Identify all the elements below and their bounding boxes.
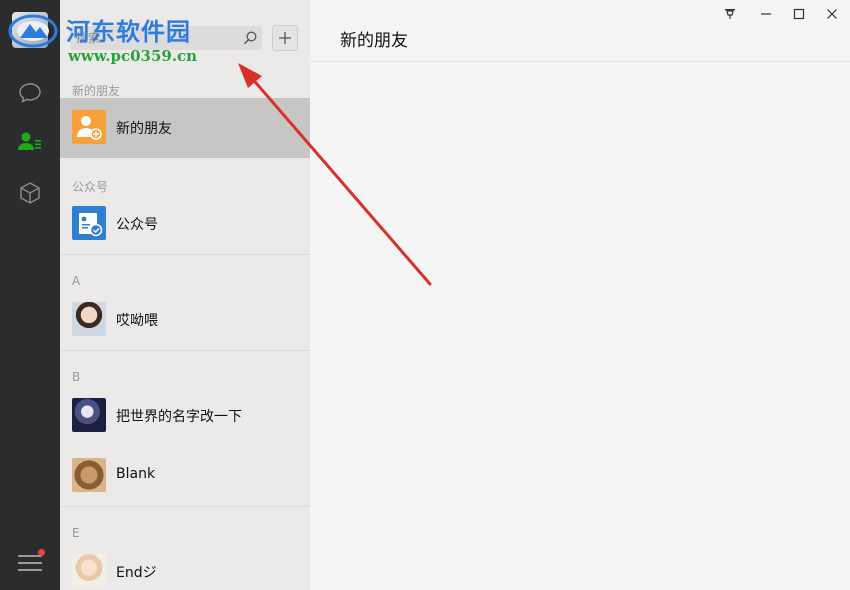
plus-icon xyxy=(279,32,291,44)
contact-avatar xyxy=(72,554,106,588)
divider xyxy=(60,254,310,255)
maximize-icon[interactable] xyxy=(791,6,807,22)
contact-name: Endジ xyxy=(116,565,157,581)
minimize-icon[interactable] xyxy=(758,6,774,22)
official-account-icon xyxy=(72,206,106,240)
pin-icon[interactable] xyxy=(722,6,738,22)
menu-icon[interactable] xyxy=(18,549,45,573)
list-item-contact[interactable]: 把世界的名字改一下 xyxy=(60,386,310,446)
contact-name: 哎呦喂 xyxy=(116,313,158,329)
chat-icon[interactable] xyxy=(15,78,45,108)
list-item-new-friends[interactable]: 新的朋友 xyxy=(60,98,310,158)
watermark-url: www.pc0359.cn xyxy=(68,47,198,65)
contact-list-panel: 新的朋友 新的朋友 公众号 公众号 A 哎呦喂 B 把世界的名字改一下 Blan… xyxy=(60,0,310,590)
search-icon[interactable] xyxy=(242,30,258,46)
section-label: E xyxy=(72,526,80,540)
contact-avatar xyxy=(72,302,106,336)
divider xyxy=(60,350,310,351)
notification-badge xyxy=(38,549,45,556)
contact-avatar xyxy=(72,458,106,492)
watermark-logo-icon xyxy=(8,14,58,48)
collection-box-icon[interactable] xyxy=(15,178,45,208)
list-item-contact[interactable]: 哎呦喂 xyxy=(60,290,310,350)
section-label: B xyxy=(72,370,81,384)
contact-name: 把世界的名字改一下 xyxy=(116,409,242,425)
new-friend-icon xyxy=(72,110,106,144)
list-item-contact[interactable]: Blank xyxy=(60,446,310,506)
page-title: 新的朋友 xyxy=(340,31,408,51)
content-pane: 新的朋友 xyxy=(310,0,850,590)
contact-avatar xyxy=(72,398,106,432)
section-label: 公众号 xyxy=(72,180,109,194)
header-divider xyxy=(310,61,850,62)
contacts-icon[interactable] xyxy=(15,127,45,157)
section-label: 新的朋友 xyxy=(72,84,121,98)
list-item-contact[interactable]: Endジ xyxy=(60,542,310,590)
contact-name: 公众号 xyxy=(116,217,158,233)
nav-rail xyxy=(0,0,60,590)
close-icon[interactable] xyxy=(824,6,840,22)
contact-name: Blank xyxy=(116,466,156,482)
contact-name: 新的朋友 xyxy=(116,121,172,137)
divider xyxy=(60,506,310,507)
watermark-site-name: 河东软件园 xyxy=(66,17,191,46)
list-item-official-accounts[interactable]: 公众号 xyxy=(60,194,310,254)
add-contact-button[interactable] xyxy=(272,25,298,51)
section-label: A xyxy=(72,274,81,288)
